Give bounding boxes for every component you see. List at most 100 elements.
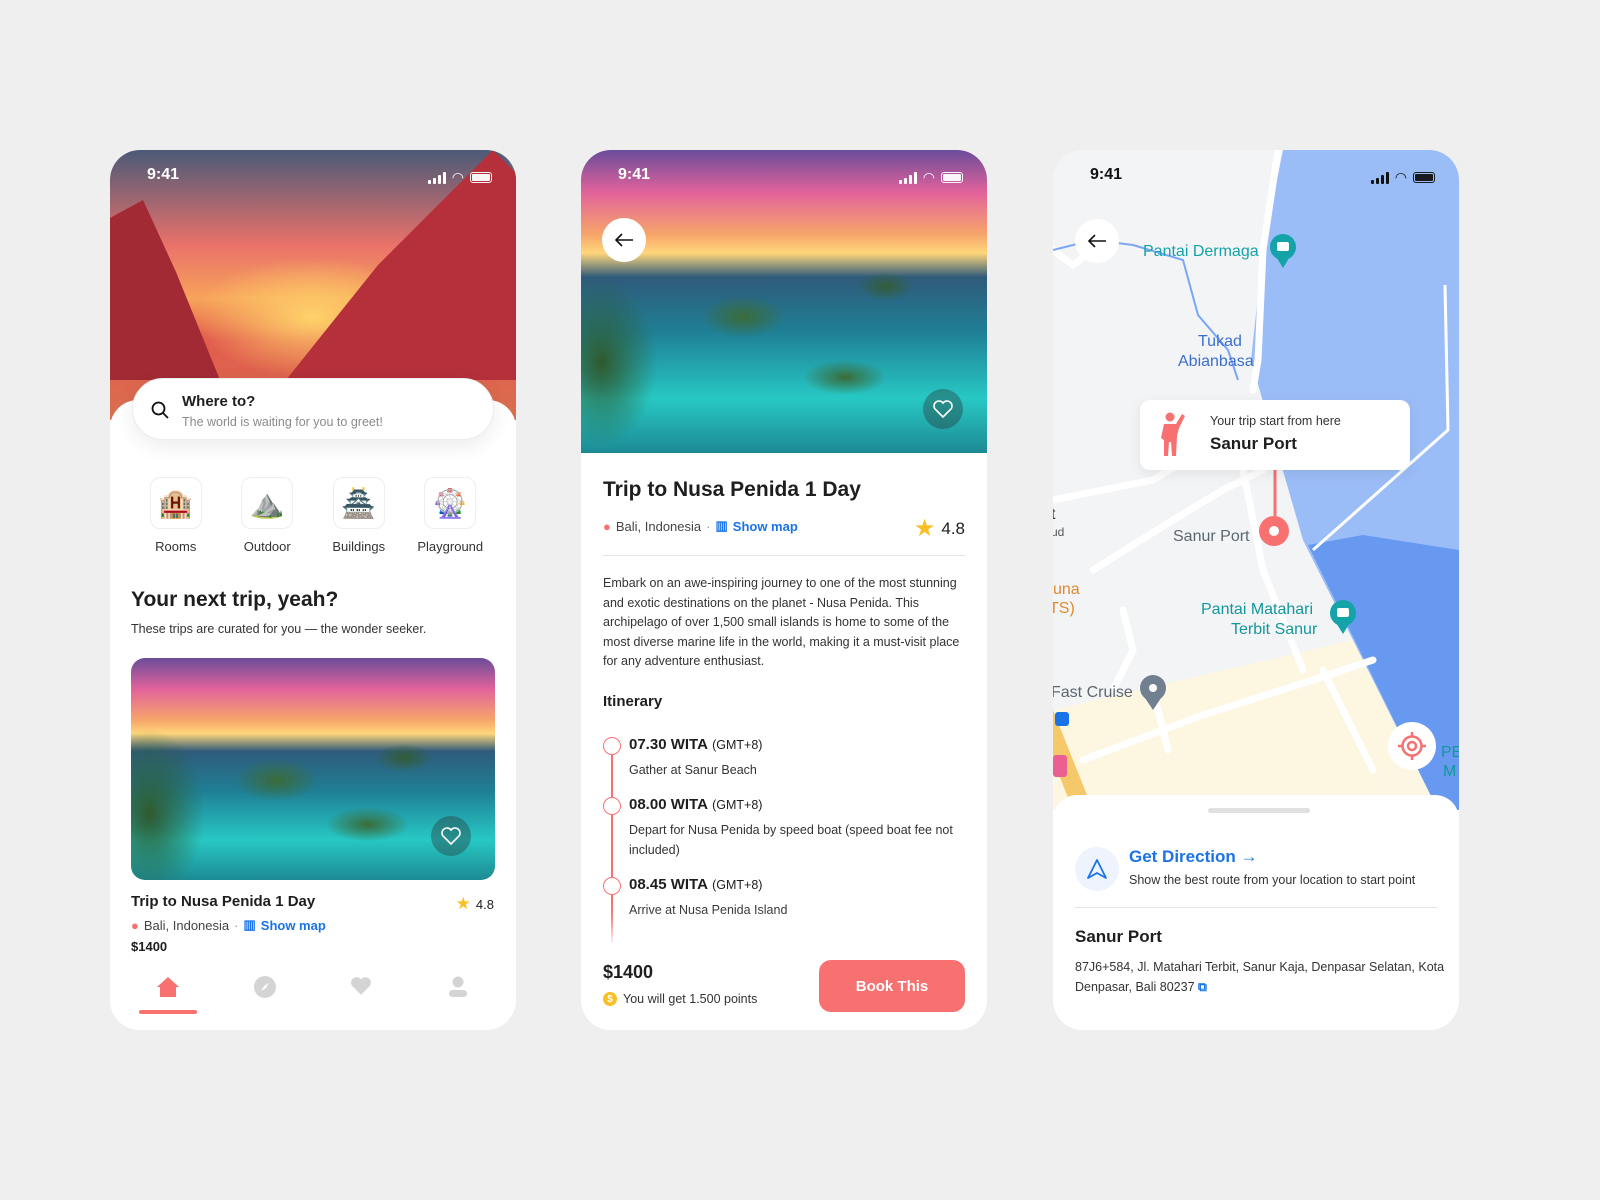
nav-favorites[interactable] [331, 956, 391, 1030]
trip-location: ● Bali, Indonesia · ▥ Show map [131, 917, 326, 933]
show-map-link[interactable]: Show map [733, 519, 798, 534]
arrow-left-icon [1087, 234, 1106, 248]
arrow-right-icon: → [1240, 847, 1258, 866]
battery-icon [941, 172, 963, 183]
map-icon: ▥ [715, 518, 728, 533]
person-waving-icon [1161, 412, 1185, 456]
trip-rating: ★ 4.8 [455, 894, 494, 913]
itinerary-item: 08.00 WITA (GMT+8) Depart for Nusa Penida… [603, 796, 969, 860]
trip-detail-screen: 9:41 ◠ Trip to Nusa Penida 1 Day ● Bali, … [581, 150, 987, 1030]
category-playground[interactable]: 🎡 Playground [405, 477, 497, 554]
nav-home[interactable] [138, 956, 198, 1030]
booking-footer: $1400 $ You will get 1.500 points Book Th… [581, 942, 987, 1030]
show-map-link[interactable]: Show map [261, 918, 326, 933]
profile-icon [448, 976, 467, 997]
category-outdoor[interactable]: ⛰️ Outdoor [222, 477, 314, 554]
location-pin-icon: ● [131, 917, 139, 933]
place-address: 87J6+584, Jl. Matahari Terbit, Sanur Kaj… [1075, 960, 1445, 994]
back-button[interactable] [1075, 219, 1119, 263]
hotel-icon [1053, 755, 1067, 777]
star-icon: ★ [913, 515, 936, 542]
navigation-arrow-icon [1075, 847, 1119, 891]
map-icon: ▥ [243, 917, 256, 932]
pagoda-icon: 🏯 [341, 487, 377, 519]
ferris-wheel-icon: 🎡 [432, 487, 468, 519]
book-button[interactable]: Book This [819, 960, 965, 1012]
active-indicator [139, 1010, 198, 1014]
divider [603, 555, 965, 556]
coin-icon: $ [603, 992, 617, 1006]
arrow-left-icon [614, 233, 633, 247]
signal-icon [1370, 171, 1389, 184]
map-label: Pantai Dermaga [1143, 243, 1259, 260]
battery-icon [470, 172, 492, 183]
search-input[interactable]: Where to? The world is waiting for you t… [132, 378, 494, 440]
status-bar: 9:41 ◠ [581, 166, 987, 188]
location-pin-icon: ● [603, 518, 611, 534]
search-icon [151, 401, 169, 419]
category-rooms[interactable]: 🏨 Rooms [130, 477, 222, 554]
itinerary-item: 07.30 WITA (GMT+8) Gather at Sanur Beach [603, 736, 969, 780]
home-icon [157, 977, 180, 997]
map-label: Tukad [1198, 333, 1242, 350]
trip-price: $1400 [131, 939, 168, 954]
drag-handle[interactable] [1208, 808, 1310, 813]
trip-card-title[interactable]: Trip to Nusa Penida 1 Day [131, 893, 315, 910]
hotel-building-icon: 🏨 [158, 487, 194, 519]
map-label: Abianbasa [1178, 353, 1254, 370]
mountain-icon: ⛰️ [249, 487, 285, 519]
favorite-button[interactable] [923, 389, 963, 429]
map-label: TS) [1053, 600, 1075, 617]
map-screen: Pantai Dermaga Tukad Abianbasa Sanur Por… [1053, 150, 1459, 1030]
map-label: Pantai Matahari [1201, 601, 1314, 618]
map-label: Fast Cruise [1053, 684, 1133, 701]
copy-icon[interactable]: ⧉ [1198, 980, 1207, 994]
trip-title: Trip to Nusa Penida 1 Day [603, 478, 861, 501]
itinerary-item: 08.45 WITA (GMT+8) Arrive at Nusa Penida … [603, 876, 969, 920]
category-buildings[interactable]: 🏯 Buildings [313, 477, 405, 554]
status-bar: 9:41 ◠ [110, 166, 516, 188]
section-subtitle: These trips are curated for you — the wo… [131, 622, 427, 636]
status-time: 9:41 [147, 166, 180, 183]
tooltip-place: Sanur Port [1210, 434, 1297, 453]
crosshair-icon [1398, 732, 1426, 760]
trip-card-image[interactable] [131, 658, 495, 880]
bottom-nav [110, 956, 516, 1030]
back-button[interactable] [602, 218, 646, 262]
nav-explore[interactable] [235, 956, 295, 1030]
section-title: Your next trip, yeah? [131, 588, 339, 611]
my-location-button[interactable] [1388, 722, 1436, 770]
home-screen: 9:41 ◠ Where to? The world is waiting fo… [110, 150, 516, 1030]
map-label: PE [1441, 744, 1459, 761]
map-label: t [1053, 506, 1056, 523]
star-icon: ★ [455, 894, 471, 913]
battery-icon [1413, 172, 1435, 183]
bus-stop-icon [1055, 712, 1069, 726]
category-list: 🏨 Rooms ⛰️ Outdoor 🏯 Buildings 🎡 Playground [130, 477, 496, 554]
map-label: ud [1053, 525, 1065, 539]
itinerary-timeline: 07.30 WITA (GMT+8) Gather at Sanur Beach … [603, 736, 969, 936]
search-title: Where to? [182, 393, 256, 410]
points-info: $ You will get 1.500 points [603, 992, 757, 1006]
direction-subtitle: Show the best route from your location t… [1129, 873, 1416, 887]
favorite-button[interactable] [431, 816, 471, 856]
wifi-icon: ◠ [922, 169, 935, 185]
nav-profile[interactable] [428, 956, 488, 1030]
heart-icon [933, 400, 953, 418]
place-name: Sanur Port [1075, 927, 1162, 946]
signal-icon [427, 171, 446, 184]
signal-icon [898, 171, 917, 184]
heart-icon [441, 827, 461, 845]
price: $1400 [603, 962, 654, 982]
get-direction-link[interactable]: Get Direction → [1129, 847, 1257, 867]
status-time: 9:41 [1090, 166, 1123, 183]
status-time: 9:41 [618, 166, 651, 183]
start-point-tooltip: Your trip start from here Sanur Port [1140, 400, 1410, 470]
map-label: Sanur Port [1173, 528, 1250, 545]
map-label: M [1443, 763, 1457, 780]
itinerary-title: Itinerary [603, 693, 663, 710]
trip-description: Embark on an awe-inspiring journey to on… [603, 576, 960, 668]
tooltip-caption: Your trip start from here [1210, 414, 1341, 428]
status-bar: 9:41 ◠ [1053, 166, 1459, 188]
trip-rating: ★ 4.8 [913, 515, 965, 542]
